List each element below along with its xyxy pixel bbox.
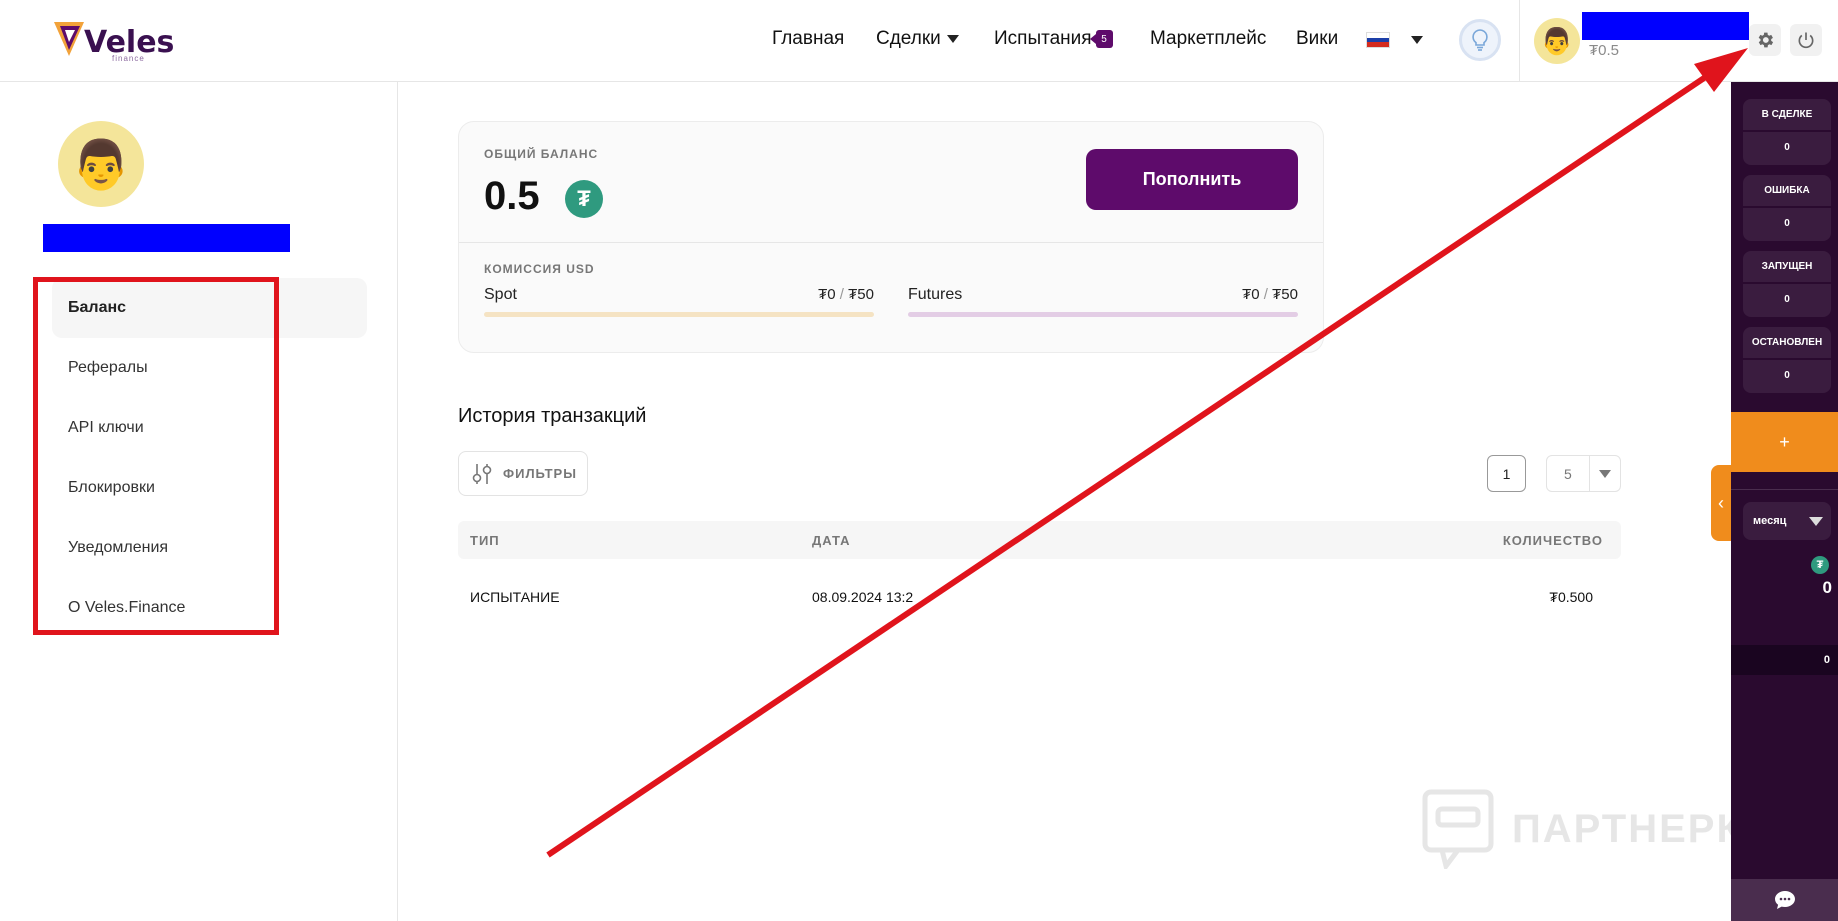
- add-bot-button[interactable]: +: [1731, 412, 1838, 472]
- column-date: ДАТА: [812, 533, 851, 548]
- stat-stopped[interactable]: ОСТАНОВЛЕН 0: [1743, 327, 1831, 393]
- profile-avatar: 👨: [58, 121, 144, 207]
- header-avatar[interactable]: 👨: [1534, 18, 1580, 64]
- spot-used: ₮0: [818, 286, 836, 303]
- per-page-select[interactable]: 5: [1546, 455, 1621, 492]
- tether-icon: ₮: [1811, 556, 1829, 574]
- nav-challenges[interactable]: Испытания 5: [994, 28, 1113, 50]
- filters-label: ФИЛЬТРЫ: [503, 466, 577, 481]
- spot-limit: ₮50: [848, 286, 874, 303]
- filter-sliders-icon: [472, 463, 492, 484]
- chevron-down-icon: [1588, 456, 1620, 491]
- filters-button[interactable]: ФИЛЬТРЫ: [458, 451, 588, 496]
- profit-strip: 0: [1731, 645, 1838, 675]
- profile-name-redacted: [43, 224, 290, 252]
- header-balance: ₮0.5: [1589, 42, 1620, 59]
- transaction-history-title: История транзакций: [458, 405, 647, 427]
- spot-commission: Spot ₮0 / ₮50: [484, 286, 874, 317]
- logout-button[interactable]: [1790, 24, 1822, 56]
- stat-value: 0: [1784, 142, 1790, 153]
- stat-value: 0: [1784, 218, 1790, 229]
- stat-label: ЗАПУЩЕН: [1743, 251, 1831, 284]
- challenges-count-badge: 5: [1089, 30, 1113, 48]
- futures-limit: ₮50: [1272, 286, 1298, 303]
- chevron-down-icon: [1809, 517, 1823, 526]
- annotation-highlight-box: [33, 277, 279, 635]
- futures-label: Futures: [908, 286, 963, 303]
- nav-home-label: Главная: [772, 28, 845, 49]
- settings-button[interactable]: [1749, 24, 1781, 56]
- stat-label: ОШИБКА: [1743, 175, 1831, 208]
- tether-icon: ₮: [565, 180, 603, 218]
- stat-value: 0: [1784, 294, 1790, 305]
- total-balance-label: ОБЩИЙ БАЛАНС: [484, 147, 599, 161]
- stat-running[interactable]: ЗАПУЩЕН 0: [1743, 251, 1831, 317]
- logo-subtext: finance: [112, 54, 145, 63]
- row-amount: ₮0.500: [1549, 589, 1593, 605]
- total-balance-value: 0.5: [484, 174, 540, 218]
- lightbulb-button[interactable]: [1459, 19, 1501, 61]
- stat-value: 0: [1784, 370, 1790, 381]
- pagination-page-button[interactable]: 1: [1487, 455, 1526, 492]
- period-value: месяц: [1753, 515, 1787, 527]
- nav-marketplace[interactable]: Маркетплейс: [1150, 28, 1266, 50]
- table-row: ИСПЫТАНИЕ 08.09.2024 13:2 ₮0.500: [458, 577, 1621, 617]
- chat-button[interactable]: [1731, 879, 1838, 921]
- stat-error[interactable]: ОШИБКА 0: [1743, 175, 1831, 241]
- balance-card: ОБЩИЙ БАЛАНС 0.5 ₮ Пополнить КОМИССИЯ US…: [458, 121, 1324, 353]
- header-divider: [1519, 0, 1520, 82]
- spot-commission-value: ₮0 / ₮50: [818, 286, 874, 303]
- table-header: ТИП ДАТА КОЛИЧЕСТВО: [458, 521, 1621, 559]
- veles-logo[interactable]: Veles finance: [52, 18, 174, 63]
- watermark-logo-icon: [1422, 789, 1494, 869]
- profit-total: 0: [1822, 578, 1832, 597]
- futures-commission-value: ₮0 / ₮50: [1242, 286, 1298, 303]
- veles-logo-mark: [54, 22, 84, 56]
- language-chevron-down-icon[interactable]: [1411, 36, 1423, 44]
- lightbulb-icon: [1472, 29, 1488, 51]
- power-icon: [1798, 32, 1814, 49]
- nav-wiki-label: Вики: [1296, 28, 1339, 49]
- nav-deals-label: Сделки: [876, 28, 941, 49]
- nav-wiki[interactable]: Вики: [1296, 28, 1338, 50]
- nav-home[interactable]: Главная: [772, 28, 844, 50]
- futures-progress-bar: [908, 312, 1298, 317]
- russian-flag-icon[interactable]: [1366, 32, 1390, 48]
- futures-used: ₮0: [1242, 286, 1260, 303]
- nav-deals[interactable]: Сделки: [876, 28, 959, 50]
- stat-label: В СДЕЛКЕ: [1743, 99, 1831, 132]
- gear-icon: [1758, 32, 1774, 48]
- chat-bubble-icon: [1774, 891, 1795, 909]
- top-header: Veles finance Главная Сделки Испытания 5…: [0, 0, 1838, 82]
- username-redacted: [1582, 12, 1749, 40]
- row-date: 08.09.2024 13:2: [812, 589, 914, 605]
- period-select[interactable]: месяц: [1743, 502, 1831, 540]
- row-type: ИСПЫТАНИЕ: [470, 589, 560, 605]
- spot-progress-bar: [484, 312, 874, 317]
- spot-label: Spot: [484, 286, 517, 303]
- column-amount: КОЛИЧЕСТВО: [1502, 533, 1603, 548]
- topup-button[interactable]: Пополнить: [1086, 149, 1298, 210]
- balance-card-top: ОБЩИЙ БАЛАНС 0.5 ₮ Пополнить: [459, 122, 1323, 243]
- stat-label: ОСТАНОВЛЕН: [1743, 327, 1831, 360]
- futures-commission: Futures ₮0 / ₮50: [908, 286, 1298, 317]
- panel-collapse-button[interactable]: ‹: [1711, 465, 1731, 541]
- panel-divider: [1731, 489, 1838, 490]
- nav-marketplace-label: Маркетплейс: [1150, 28, 1267, 49]
- chevron-down-icon: [946, 35, 959, 43]
- column-type: ТИП: [470, 533, 500, 548]
- per-page-value: 5: [1564, 465, 1572, 482]
- stat-in-deal[interactable]: В СДЕЛКЕ 0: [1743, 99, 1831, 165]
- bots-status-panel: В СДЕЛКЕ 0 ОШИБКА 0 ЗАПУЩЕН 0 ОСТАНОВЛЕН…: [1731, 82, 1838, 921]
- commission-label: КОМИССИЯ USD: [484, 262, 595, 276]
- nav-challenges-label: Испытания: [994, 28, 1092, 49]
- page: Veles finance Главная Сделки Испытания 5…: [0, 0, 1838, 921]
